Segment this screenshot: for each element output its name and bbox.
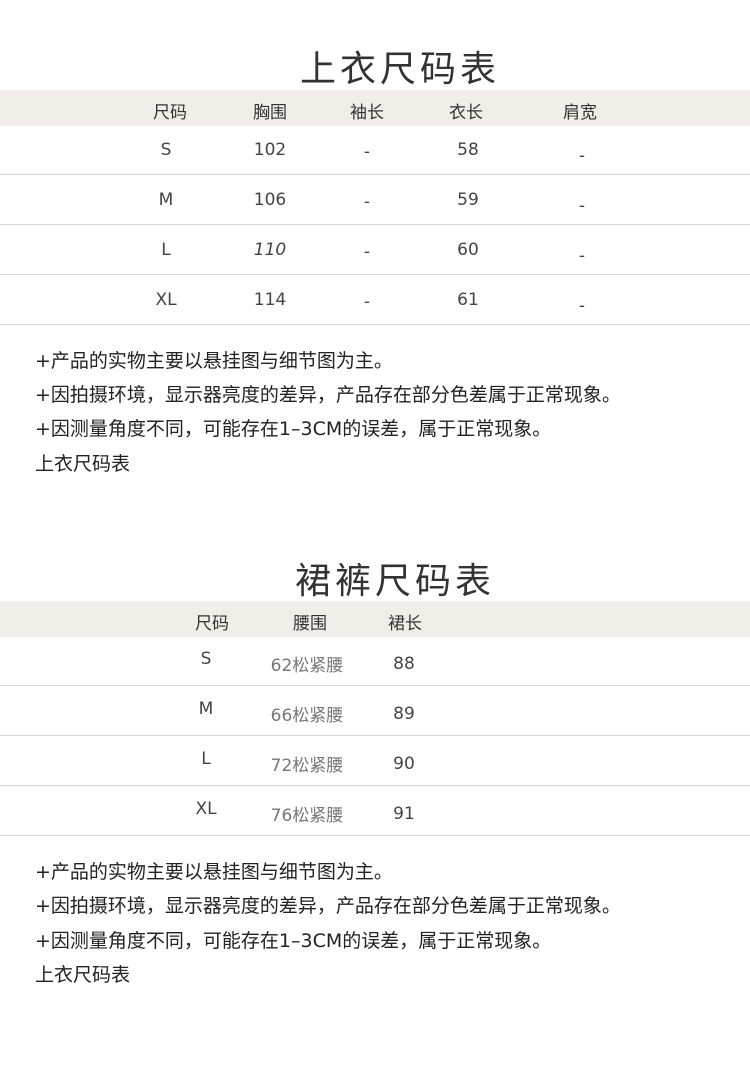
header-size: 尺码 — [153, 103, 187, 123]
table-cell: S — [200, 649, 212, 669]
note-line: +因测量角度不同，可能存在1–3CM的误差，属于正常现象。 — [35, 418, 552, 440]
table-cell: 60 — [457, 240, 479, 260]
note-line: +产品的实物主要以悬挂图与细节图为主。 — [35, 350, 393, 372]
row-divider — [0, 324, 750, 325]
table-cell: 114 — [253, 290, 287, 310]
table-cell: 88 — [393, 654, 415, 674]
top-chart-title: 上衣尺码表 — [299, 49, 500, 90]
header-waist: 腰围 — [293, 614, 327, 634]
header-length: 衣长 — [449, 103, 483, 123]
header-chest: 胸围 — [253, 103, 287, 123]
skirt-chart-title: 裙裤尺码表 — [294, 561, 495, 602]
table-cell: - — [363, 142, 371, 162]
table-cell: 110 — [253, 240, 287, 260]
header-sleeve: 袖长 — [350, 103, 384, 123]
table-cell: 62松紧腰 — [270, 656, 344, 676]
table-cell: XL — [155, 290, 177, 310]
table-cell: - — [578, 146, 586, 166]
table-cell: - — [578, 296, 586, 316]
note-line: +因拍摄环境，显示器亮度的差异，产品存在部分色差属于正常现象。 — [35, 895, 621, 917]
table-cell: L — [201, 749, 211, 769]
table-cell: 59 — [457, 190, 479, 210]
table-cell: 61 — [457, 290, 479, 310]
table-cell: 106 — [253, 190, 287, 210]
header-size: 尺码 — [195, 614, 229, 634]
note-line: +因拍摄环境，显示器亮度的差异，产品存在部分色差属于正常现象。 — [35, 384, 621, 406]
row-divider — [0, 785, 750, 786]
table-cell: 89 — [393, 704, 415, 724]
table-cell: M — [158, 190, 174, 210]
row-divider — [0, 224, 750, 225]
note-line: 上衣尺码表 — [35, 453, 131, 475]
table-cell: S — [160, 140, 172, 160]
top-table-header: 尺码 胸围 袖长 衣长 肩宽 — [0, 90, 750, 126]
row-divider — [0, 735, 750, 736]
table-cell: M — [198, 699, 214, 719]
table-cell: 91 — [393, 804, 415, 824]
table-cell: - — [363, 242, 371, 262]
table-cell: - — [363, 192, 371, 212]
row-divider — [0, 835, 750, 836]
row-divider — [0, 274, 750, 275]
table-cell: 58 — [457, 140, 479, 160]
note-line: +产品的实物主要以悬挂图与细节图为主。 — [35, 861, 393, 883]
row-divider — [0, 685, 750, 686]
note-line: +因测量角度不同，可能存在1–3CM的误差，属于正常现象。 — [35, 930, 552, 952]
row-divider — [0, 174, 750, 175]
skirt-table-header: 尺码 腰围 裙长 — [0, 601, 750, 637]
note-line: 上衣尺码表 — [35, 964, 131, 986]
table-cell: 90 — [393, 754, 415, 774]
table-cell: - — [578, 196, 586, 216]
table-cell: 66松紧腰 — [270, 706, 344, 726]
header-skirt-length: 裙长 — [388, 614, 422, 634]
table-cell: 76松紧腰 — [270, 806, 344, 826]
table-cell: XL — [195, 799, 217, 819]
table-cell: L — [161, 240, 171, 260]
table-cell: 102 — [253, 140, 287, 160]
table-cell: - — [578, 246, 586, 266]
table-cell: 72松紧腰 — [270, 756, 344, 776]
table-cell: - — [363, 292, 371, 312]
header-shoulder: 肩宽 — [563, 103, 597, 123]
